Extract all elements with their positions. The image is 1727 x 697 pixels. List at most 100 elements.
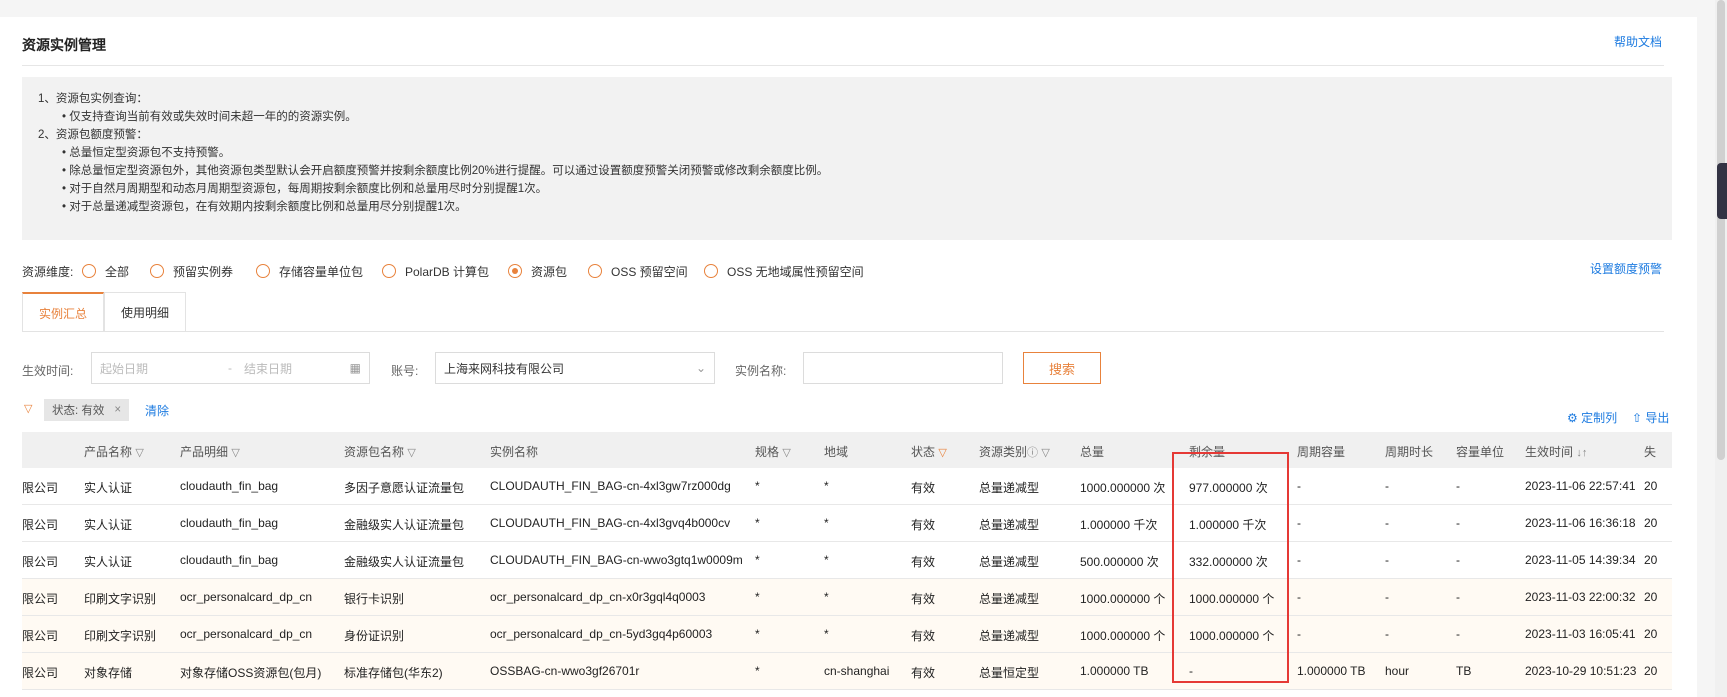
cell-total: 1000.000000 个 — [1080, 629, 1166, 643]
table-row[interactable]: 限公司 印刷文字识别 ocr_personalcard_dp_cn 身份证识别 ocr_… — [22, 616, 1672, 653]
account-label: 账号: — [391, 364, 419, 378]
radio-polardb[interactable]: PolarDB 计算包 — [382, 261, 489, 281]
chevron-down-icon: ⌄ — [695, 361, 706, 375]
search-button[interactable]: 搜索 — [1023, 352, 1101, 384]
cell-remaining: 1000.000000 个 — [1189, 592, 1275, 606]
cell-instance-name: OSSBAG-cn-wwo3gf26701r — [490, 664, 640, 678]
radio-storage-unit[interactable]: 存储容量单位包 — [256, 261, 363, 281]
customize-columns-button[interactable]: ⚙ 定制列 — [1567, 409, 1617, 426]
table-row[interactable]: 限公司 印刷文字识别 ocr_personalcard_dp_cn 银行卡识别 ocr_… — [22, 579, 1672, 616]
help-doc-link[interactable]: 帮助文档 — [1614, 33, 1662, 50]
col-effective-time: 生效时间 ↓↑ — [1525, 445, 1588, 459]
filter-icon[interactable]: ▽ — [782, 446, 790, 459]
radio-reserved-instance[interactable]: 预留实例券 — [150, 261, 233, 281]
cell-product-detail: ocr_personalcard_dp_cn — [180, 590, 313, 604]
note-line: • 对于总量递减型资源包，在有效期内按剩余额度比例和总量用尽分别提醒1次。 — [62, 201, 467, 213]
note-line: 1、资源包实例查询： — [38, 93, 148, 105]
col-remaining: 剩余量 — [1189, 445, 1226, 459]
cell-company: 限公司 — [22, 481, 59, 495]
radio-circle-icon — [588, 264, 602, 278]
cell-cycle-capacity: - — [1297, 479, 1301, 493]
cell-company: 限公司 — [22, 666, 59, 680]
gear-icon: ⚙ — [1567, 411, 1578, 425]
cell-product-name: 实人认证 — [84, 518, 133, 532]
close-icon[interactable]: × — [114, 404, 121, 416]
filter-icon[interactable]: ▽ — [1041, 446, 1049, 459]
cell-spec: * — [755, 664, 760, 678]
export-button[interactable]: ⇧ 导出 — [1632, 409, 1669, 426]
radio-oss-reserved[interactable]: OSS 预留空间 — [588, 261, 688, 281]
cell-cycle-duration: - — [1385, 590, 1389, 604]
radio-circle-icon — [82, 264, 96, 278]
account-select[interactable]: 上海来网科技有限公司 ⌄ — [435, 352, 715, 384]
radio-oss-global[interactable]: OSS 无地域属性预留空间 — [704, 261, 864, 281]
date-range-picker[interactable]: 起始日期 - 结束日期 ▦ — [91, 352, 370, 384]
cell-capacity-unit: - — [1456, 590, 1460, 604]
cell-cycle-capacity: - — [1297, 627, 1301, 641]
end-date-placeholder: 结束日期 — [244, 361, 293, 376]
page-title: 资源实例管理 — [22, 37, 106, 53]
tabs-divider — [22, 331, 1664, 332]
col-product-detail: 产品明细 ▽ — [180, 445, 240, 459]
cell-spec: * — [755, 627, 760, 641]
cell-status: 有效 — [911, 481, 936, 495]
table-row[interactable]: 限公司 实人认证 cloudauth_fin_bag 金融级实人认证流量包 CLOUDA… — [22, 542, 1672, 579]
filter-icon[interactable]: ▽ — [135, 446, 143, 459]
dimension-filter: 资源维度: 全部 预留实例券 存储容量单位包 PolarDB 计算包 资源包 O… — [22, 260, 922, 282]
filter-icon: ▽ — [24, 403, 33, 415]
cell-package-name: 标准存储包(华东2) — [344, 666, 443, 680]
calendar-icon: ▦ — [349, 361, 361, 375]
note-line: • 对于自然月周期型和动态月周期型资源包，每周期按剩余额度比例和总量用尽时分别提… — [62, 183, 548, 195]
clear-filters-link[interactable]: 清除 — [145, 402, 169, 419]
cell-status: 有效 — [911, 555, 936, 569]
radio-all[interactable]: 全部 — [82, 261, 129, 281]
tab-bar: 实例汇总 使用明细 — [22, 292, 422, 352]
instance-table: 产品名称 ▽ 产品明细 ▽ 资源包名称 ▽ 实例名称 规格 ▽ 地域 状态 ▽ … — [22, 432, 1672, 697]
filter-icon[interactable]: ▽ — [231, 446, 239, 459]
instance-name-input[interactable] — [803, 352, 1003, 384]
cell-product-detail: 对象存储OSS资源包(包月) — [180, 666, 322, 680]
table-row[interactable]: 限公司 对象存储 对象存储OSS资源包(包月) 标准存储包(华东2) OSSBAG-cn… — [22, 653, 1672, 690]
cell-status: 有效 — [911, 592, 936, 606]
cell-company: 限公司 — [22, 629, 59, 643]
radio-circle-icon — [150, 264, 164, 278]
cell-region: cn-shanghai — [824, 664, 890, 678]
cell-region: * — [824, 627, 829, 641]
cell-expire-time: 20 — [1644, 553, 1658, 567]
header-divider — [22, 65, 1664, 66]
col-cycle-capacity: 周期容量 — [1297, 445, 1346, 459]
radio-resource-package[interactable]: 资源包 — [508, 261, 567, 281]
tab-usage-detail[interactable]: 使用明细 — [104, 292, 187, 332]
cell-package-name: 金融级实人认证流量包 — [344, 518, 465, 532]
filter-icon[interactable]: ▽ — [938, 446, 946, 459]
cell-package-name: 多因子意愿认证流量包 — [344, 481, 465, 495]
cell-product-name: 实人认证 — [84, 555, 133, 569]
cell-company: 限公司 — [22, 518, 59, 532]
col-status: 状态 ▽ — [911, 445, 947, 459]
col-package-name: 资源包名称 ▽ — [344, 445, 416, 459]
table-row[interactable]: 限公司 实人认证 cloudauth_fin_bag 金融级实人认证流量包 CLOUDA… — [22, 505, 1672, 542]
cell-cycle-capacity: 1.000000 TB — [1297, 664, 1366, 678]
table-row[interactable]: 限公司 实人认证 cloudauth_fin_bag 多因子意愿认证流量包 CLOUDA… — [22, 468, 1672, 505]
cell-resource-type: 总量恒定型 — [979, 666, 1040, 680]
resource-instance-panel: 资源实例管理 帮助文档 1、资源包实例查询： • 仅支持查询当前有效或失效时间未… — [0, 17, 1697, 697]
note-line: • 总量恒定型资源包不支持预警。 — [62, 147, 231, 159]
scrollbar-thumb[interactable] — [1717, 0, 1725, 460]
tab-instance-summary[interactable]: 实例汇总 — [22, 292, 105, 332]
cell-effective-time: 2023-11-05 14:39:34 — [1525, 553, 1636, 567]
side-widget-tab[interactable] — [1717, 163, 1727, 219]
cell-remaining: 977.000000 次 — [1189, 481, 1268, 495]
cell-region: * — [824, 516, 829, 530]
cell-effective-time: 2023-10-29 10:51:23 — [1525, 664, 1637, 678]
sort-icon[interactable]: ↓↑ — [1576, 447, 1587, 459]
cell-product-detail: cloudauth_fin_bag — [180, 553, 279, 567]
cell-product-name: 对象存储 — [84, 666, 133, 680]
radio-circle-icon — [256, 264, 270, 278]
cell-capacity-unit: - — [1456, 627, 1460, 641]
note-line: • 除总量恒定型资源包外，其他资源包类型默认会开启额度预警并按剩余额度比例20%… — [62, 165, 829, 177]
table-header: 产品名称 ▽ 产品明细 ▽ 资源包名称 ▽ 实例名称 规格 ▽ 地域 状态 ▽ … — [22, 432, 1672, 468]
set-quota-warning-link[interactable]: 设置额度预警 — [1590, 260, 1662, 277]
cell-product-detail: ocr_personalcard_dp_cn — [180, 627, 313, 641]
filter-icon[interactable]: ▽ — [407, 446, 415, 459]
vertical-scrollbar[interactable] — [1715, 0, 1727, 697]
